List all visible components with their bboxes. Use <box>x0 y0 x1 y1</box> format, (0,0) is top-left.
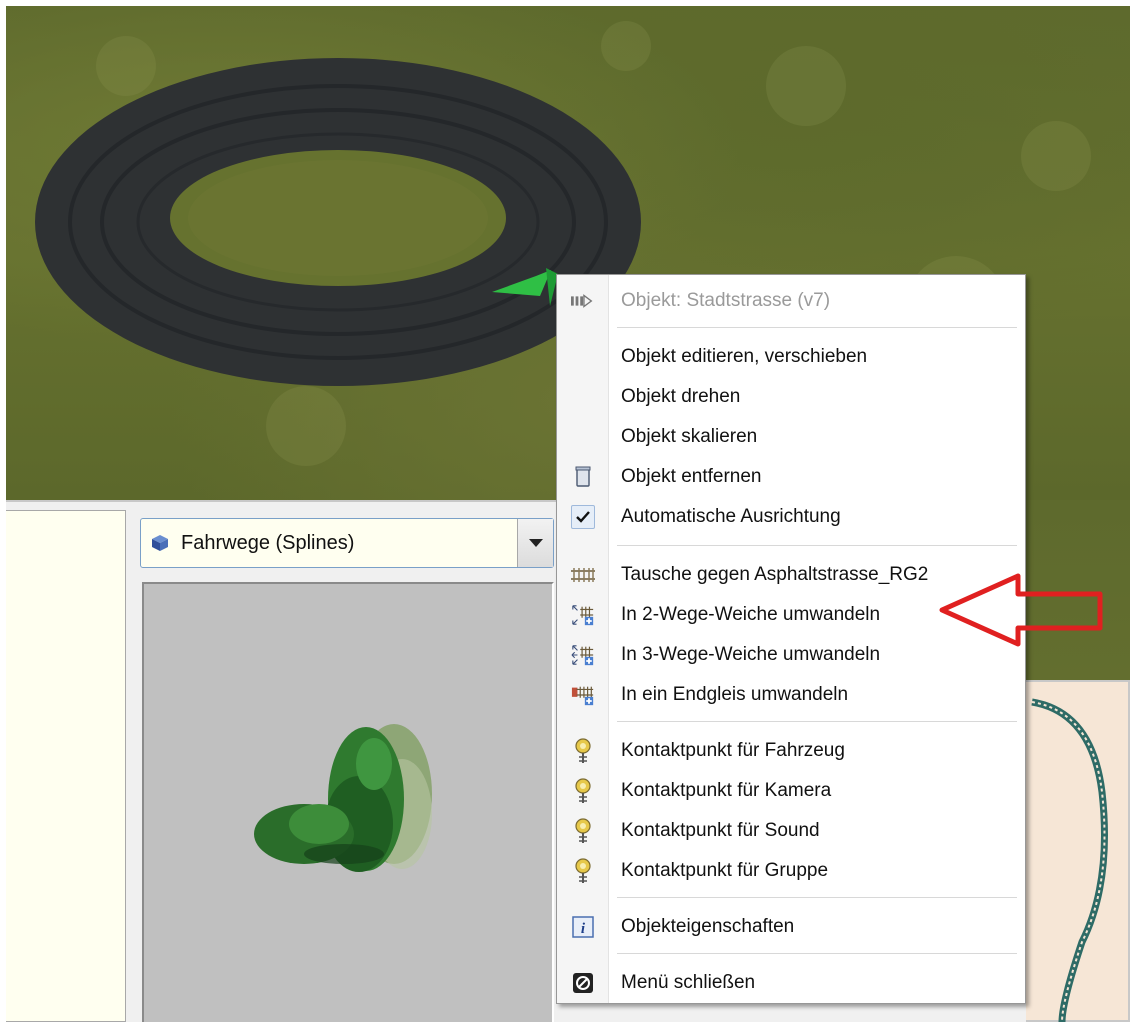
menu-header-label: Objekt: Stadtstrasse (v7) <box>621 290 831 311</box>
menu-item-label: Tausche gegen Asphaltstrasse_RG2 <box>621 564 929 585</box>
menu-item-properties[interactable]: i Objekteigenschaften <box>557 907 1025 947</box>
menu-item-edit-move[interactable]: Objekt editieren, verschieben <box>557 337 1025 377</box>
chevron-down-icon <box>529 539 543 547</box>
menu-item-label: Objekt entfernen <box>621 466 762 487</box>
map-panel[interactable] <box>1020 680 1130 1022</box>
menu-item-label: Objekt editieren, verschieben <box>621 346 868 367</box>
cube-icon <box>152 535 168 551</box>
menu-separator <box>617 897 1017 898</box>
contact-point-icon <box>571 778 595 803</box>
close-menu-icon <box>571 971 595 995</box>
menu-item-close[interactable]: Menü schließen <box>557 963 1025 1003</box>
menu-item-contact-vehicle[interactable]: Kontaktpunkt für Fahrzeug <box>557 731 1025 771</box>
dropdown-value: Fahrwege (Splines) <box>181 532 355 554</box>
switch-2way-icon <box>571 603 595 627</box>
trash-icon <box>571 465 595 489</box>
object-preview <box>142 582 554 1022</box>
menu-item-label: Menü schließen <box>621 972 756 993</box>
dropdown-arrow-button[interactable] <box>517 519 553 567</box>
track-map-graphic <box>1031 698 1108 1022</box>
menu-item-label: Automatische Ausrichtung <box>621 506 841 527</box>
contact-point-icon <box>571 858 595 883</box>
menu-separator <box>617 327 1017 328</box>
menu-item-rotate[interactable]: Objekt drehen <box>557 377 1025 417</box>
menu-item-scale[interactable]: Objekt skalieren <box>557 417 1025 457</box>
menu-item-label: Kontaktpunkt für Kamera <box>621 780 832 801</box>
menu-item-label: Objekteigenschaften <box>621 916 795 937</box>
menu-item-delete[interactable]: Objekt entfernen <box>557 457 1025 497</box>
menu-item-label: Objekt skalieren <box>621 426 758 447</box>
menu-separator <box>617 953 1017 954</box>
menu-item-label: Objekt drehen <box>621 386 741 407</box>
track-swap-icon <box>571 563 595 587</box>
switch-3way-icon <box>571 643 595 667</box>
menu-item-contact-sound[interactable]: Kontaktpunkt für Sound <box>557 811 1025 851</box>
object-arrow-icon <box>571 289 595 313</box>
checkmark-icon <box>571 505 595 529</box>
menu-header-object: Objekt: Stadtstrasse (v7) <box>557 281 1025 321</box>
menu-item-label: In 2-Wege-Weiche umwandeln <box>621 604 881 625</box>
menu-item-label: In ein Endgleis umwandeln <box>621 684 849 705</box>
annotation-arrow <box>939 573 1103 647</box>
bush-preview-image <box>254 724 432 872</box>
menu-item-contact-camera[interactable]: Kontaktpunkt für Kamera <box>557 771 1025 811</box>
menu-separator <box>617 721 1017 722</box>
bottom-strip <box>556 1002 1026 1022</box>
menu-item-contact-group[interactable]: Kontaktpunkt für Gruppe <box>557 851 1025 891</box>
menu-item-label: Kontaktpunkt für Fahrzeug <box>621 740 845 761</box>
contact-point-icon <box>571 738 595 763</box>
contact-point-icon <box>571 818 595 843</box>
menu-item-label: In 3-Wege-Weiche umwandeln <box>621 644 881 665</box>
menu-item-label: Kontaktpunkt für Sound <box>621 820 820 841</box>
end-track-icon <box>571 683 595 707</box>
menu-item-end-track[interactable]: In ein Endgleis umwandeln <box>557 675 1025 715</box>
menu-item-auto-align[interactable]: Automatische Ausrichtung <box>557 497 1025 537</box>
category-dropdown[interactable]: Fahrwege (Splines) <box>140 518 554 568</box>
object-list[interactable] <box>6 510 126 1022</box>
info-icon: i <box>571 915 595 939</box>
menu-separator <box>617 545 1017 546</box>
menu-item-label: Kontaktpunkt für Gruppe <box>621 860 829 881</box>
